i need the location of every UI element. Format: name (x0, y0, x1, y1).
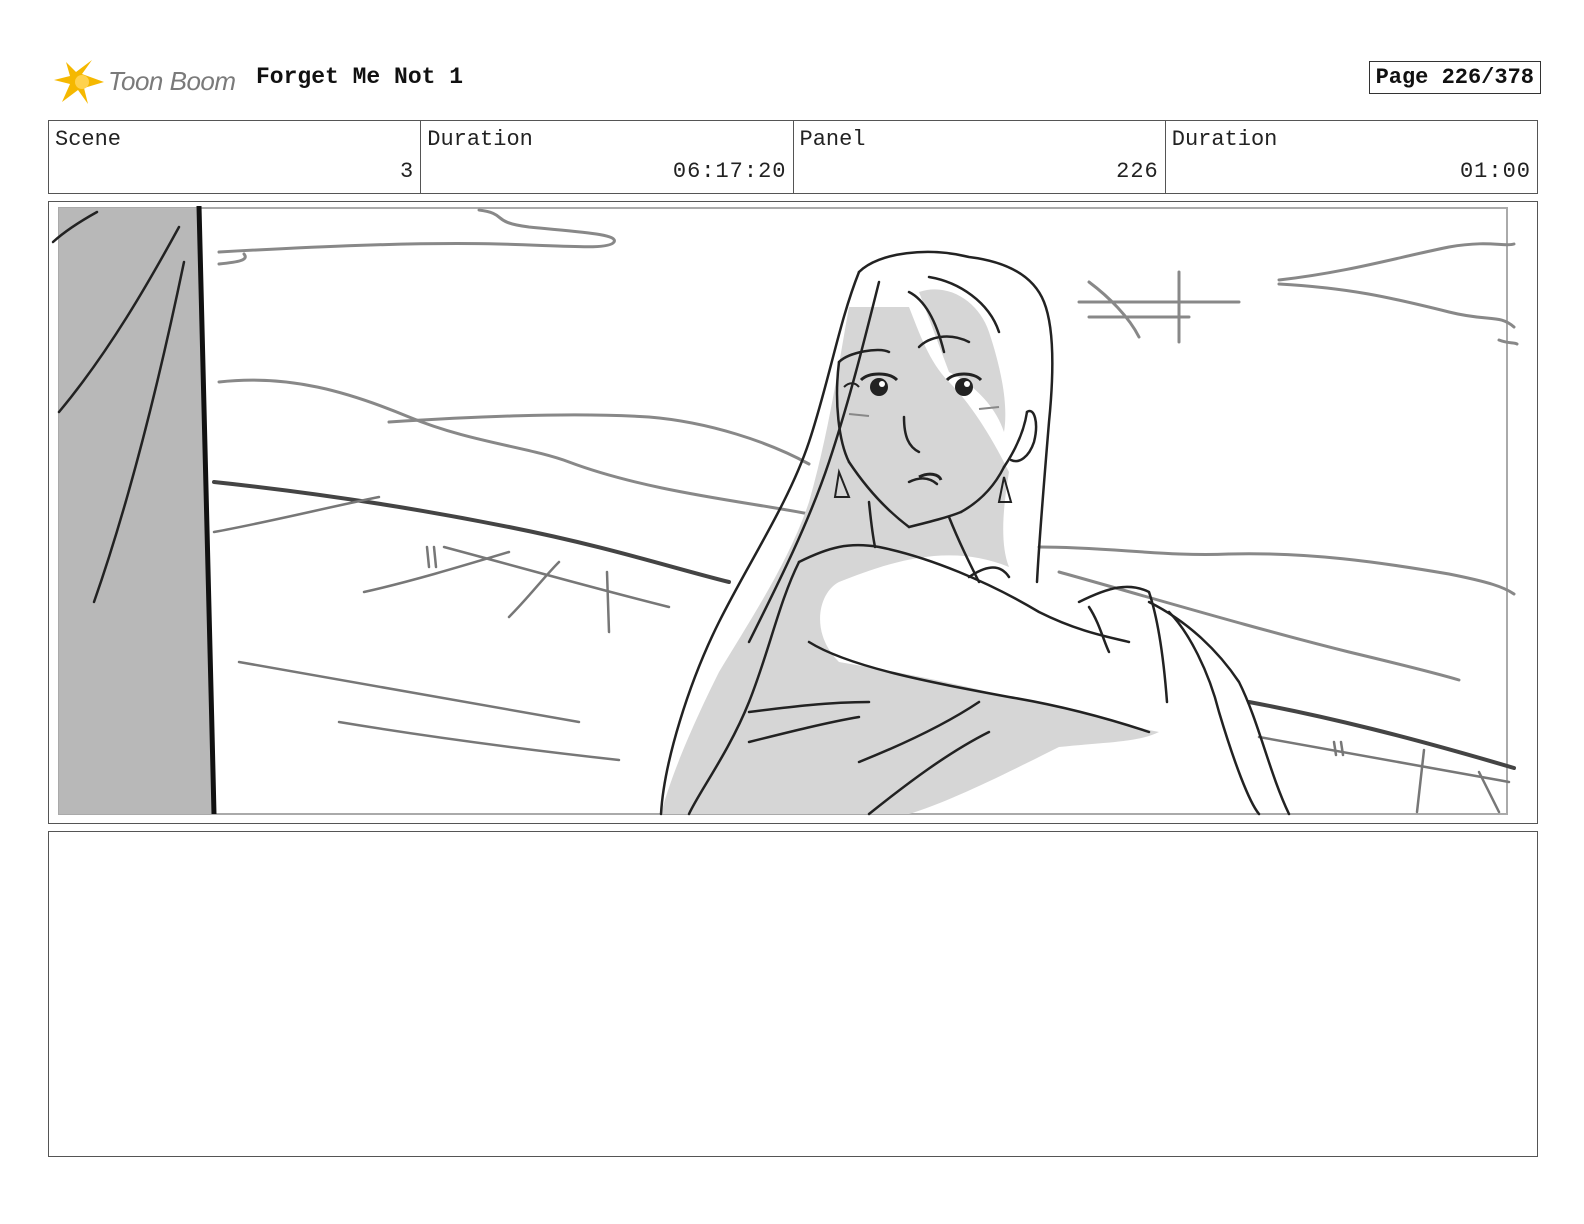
scene-duration-label: Duration (427, 127, 533, 152)
project-title: Forget Me Not 1 (256, 64, 464, 90)
panel-duration-value: 01:00 (1459, 159, 1531, 184)
toon-boom-logo: Toon Boom (52, 54, 242, 106)
scene-info-table: Scene 3 Duration 06:17:20 Panel 226 Dura… (48, 120, 1538, 194)
scene-duration-cell: Duration 06:17:20 (421, 121, 794, 193)
pillar (59, 208, 214, 814)
scene-duration-value: 06:17:20 (672, 159, 787, 184)
panel-notes-box (48, 831, 1538, 1157)
panel-value: 226 (1116, 159, 1159, 184)
panel-duration-cell: Duration 01:00 (1166, 121, 1537, 193)
panel-label: Panel (799, 127, 866, 152)
scene-cell: Scene 3 (49, 121, 422, 193)
scene-label: Scene (55, 127, 122, 152)
logo-text: Toon Boom (108, 66, 236, 96)
storyboard-panel (48, 201, 1538, 824)
character-shading (661, 289, 1159, 814)
page-indicator: Page 226/378 (1368, 61, 1541, 94)
panel-duration-label: Duration (1171, 127, 1278, 152)
panel-cell: Panel 226 (794, 121, 1166, 193)
scene-value: 3 (400, 159, 415, 184)
toon-boom-star-icon (54, 60, 104, 104)
page-header: Toon Boom Forget Me Not 1 Page 226/378 (48, 50, 1541, 112)
storyboard-sketch (51, 205, 1519, 816)
